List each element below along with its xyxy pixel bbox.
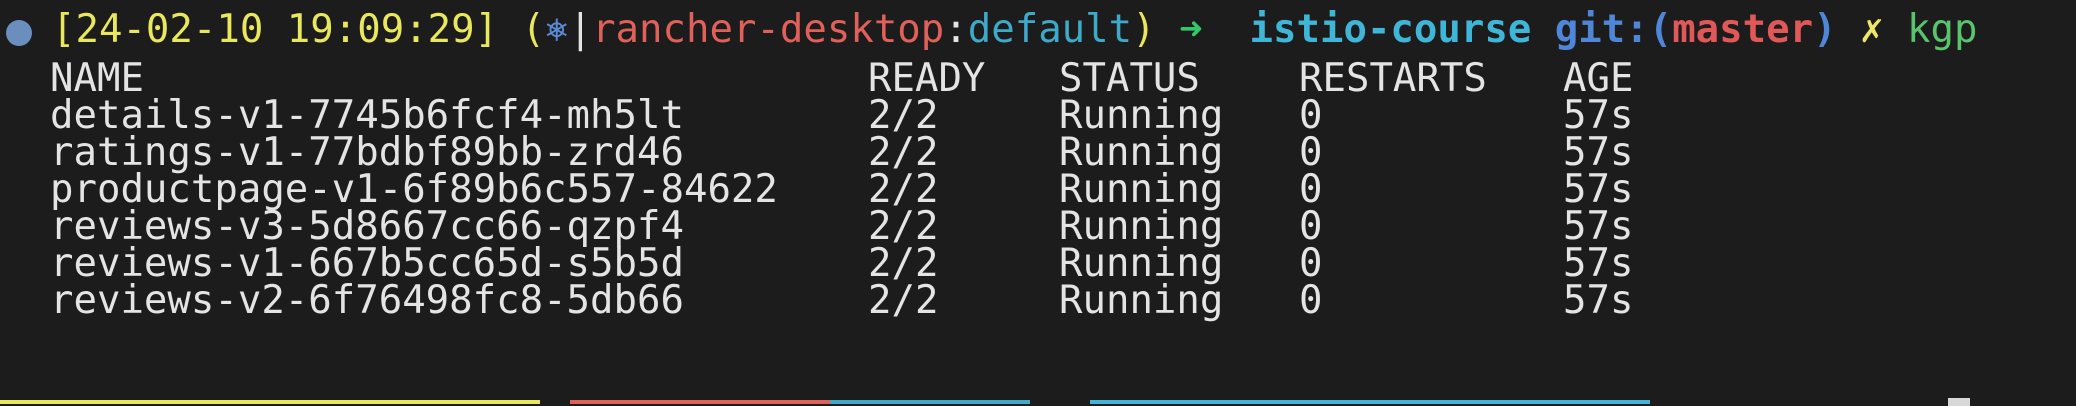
cell-status: Running xyxy=(1059,278,1224,323)
next-prompt-context-fragment xyxy=(570,400,830,404)
kubernetes-icon: ⎈ xyxy=(545,7,569,52)
prompt-paren-close: ) xyxy=(1132,7,1156,52)
prompt-paren-open: ( xyxy=(521,7,546,52)
command-text: kgp xyxy=(1907,7,1978,52)
git-label-close: ) xyxy=(1813,7,1837,52)
table-row: reviews-v2-6f76498fc8-5db66 2/2 Running 0 57… xyxy=(0,276,2076,325)
next-prompt-line xyxy=(0,398,1700,406)
next-prompt-repo-fragment xyxy=(1090,400,1650,404)
cell-restarts: 0 xyxy=(1299,278,1323,323)
repo-name: istio-course xyxy=(1249,7,1532,52)
kube-namespace: default xyxy=(967,7,1133,52)
cell-name: reviews-v2-6f76498fc8-5db66 xyxy=(50,278,684,323)
prompt-line: [24-02-10 19:09:29] (⎈|rancher-desktop:d… xyxy=(0,5,1977,54)
next-prompt-gap xyxy=(540,400,570,404)
next-prompt-namespace-fragment xyxy=(830,400,1030,404)
next-prompt-gap-2 xyxy=(1030,400,1090,404)
prompt-arrow-icon: ➜ xyxy=(1179,7,1203,52)
terminal-window[interactable]: [24-02-10 19:09:29] (⎈|rancher-desktop:d… xyxy=(0,0,2076,406)
cell-age: 57s xyxy=(1563,278,1634,323)
kube-context: rancher-desktop xyxy=(592,7,945,52)
terminal-cursor xyxy=(1948,398,1970,406)
prompt-marker-icon xyxy=(6,20,32,46)
prompt-colon: : xyxy=(944,7,968,52)
cell-ready: 2/2 xyxy=(868,278,939,323)
prompt-timestamp: [24-02-10 19:09:29] xyxy=(52,7,499,52)
git-branch: master xyxy=(1672,7,1814,52)
git-label: git:( xyxy=(1554,7,1673,52)
prompt-text: [24-02-10 19:09:29] (⎈|rancher-desktop:d… xyxy=(52,5,1977,54)
prompt-pipe: | xyxy=(568,7,593,52)
next-prompt-timestamp-fragment xyxy=(0,400,540,404)
git-dirty-icon: ✗ xyxy=(1860,7,1884,52)
